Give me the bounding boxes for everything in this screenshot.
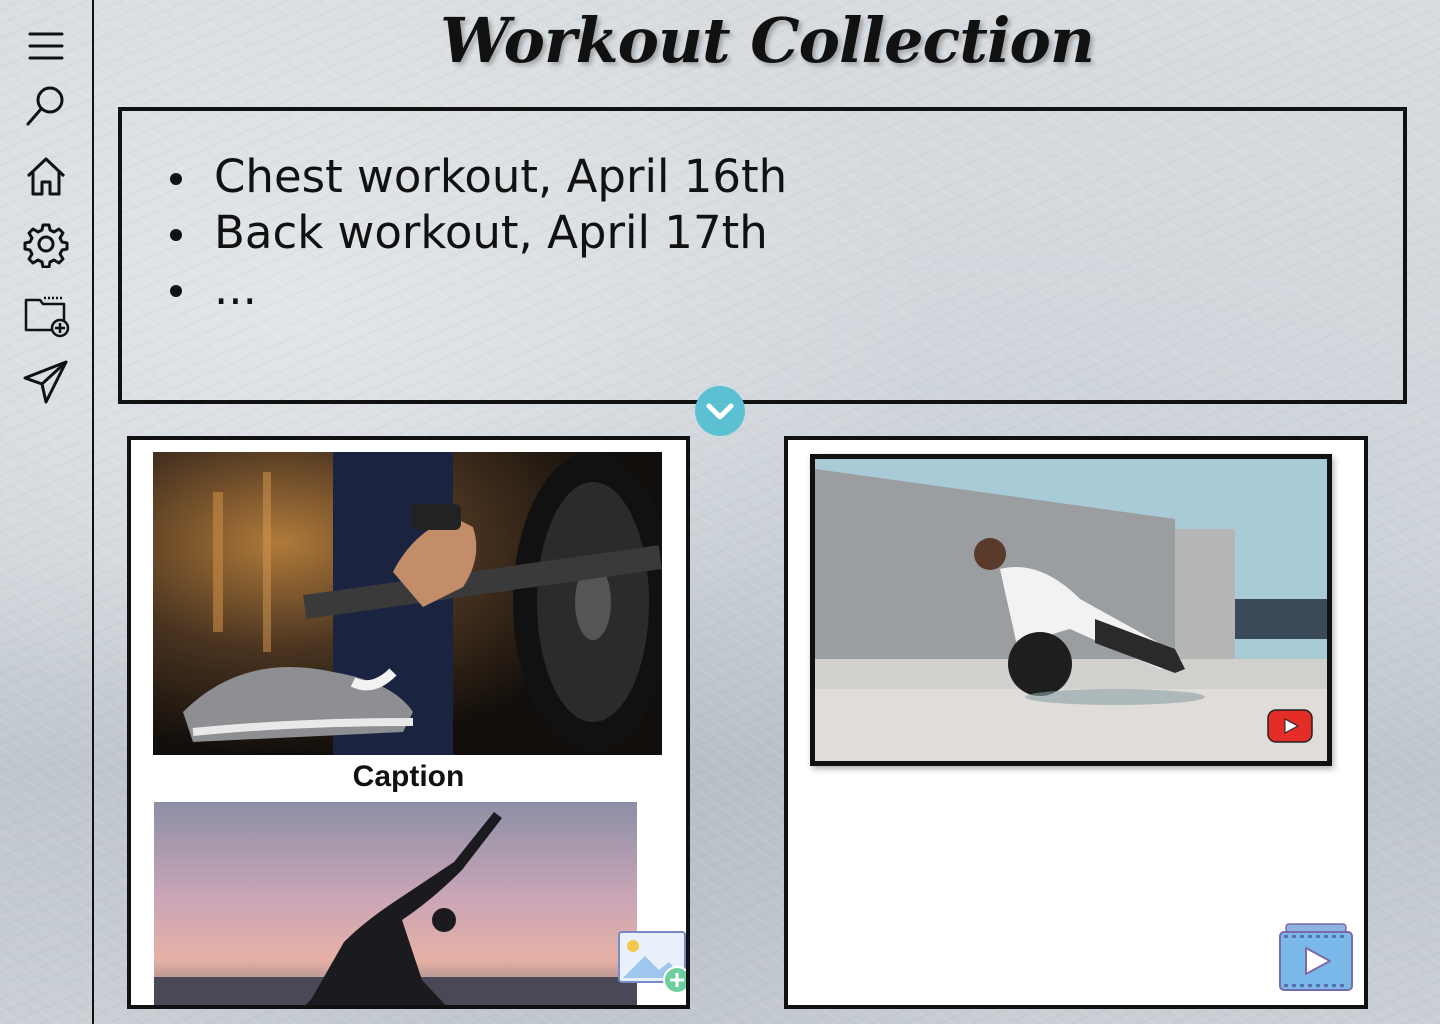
add-image-icon[interactable]	[615, 928, 686, 998]
add-video-icon[interactable]	[1276, 922, 1356, 994]
youtube-play-icon[interactable]	[1267, 709, 1313, 743]
send-icon[interactable]	[20, 356, 72, 408]
workout-list: Chest workout, April 16th Back workout, …	[166, 149, 1403, 317]
chevron-down-icon	[706, 403, 734, 420]
yoga-sunset-photo[interactable]	[154, 802, 637, 1005]
gear-icon[interactable]	[20, 218, 72, 270]
video-card	[784, 436, 1368, 1009]
list-item[interactable]: Chest workout, April 16th	[166, 149, 1403, 205]
menu-icon[interactable]	[20, 18, 72, 70]
video-player[interactable]	[810, 454, 1332, 766]
new-folder-icon[interactable]	[20, 288, 72, 340]
page-title: Workout Collection	[440, 4, 1095, 77]
expand-button[interactable]	[695, 386, 745, 436]
home-icon[interactable]	[20, 150, 72, 202]
sidebar	[0, 0, 94, 1024]
workout-notes-box: Chest workout, April 16th Back workout, …	[118, 107, 1407, 404]
list-item[interactable]: ...	[166, 261, 1403, 317]
search-icon[interactable]	[20, 80, 72, 132]
image-gallery-card: Caption	[127, 436, 690, 1009]
list-item[interactable]: Back workout, April 17th	[166, 205, 1403, 261]
photo-caption[interactable]: Caption	[131, 760, 686, 794]
barbell-deadlift-photo[interactable]	[153, 452, 662, 755]
